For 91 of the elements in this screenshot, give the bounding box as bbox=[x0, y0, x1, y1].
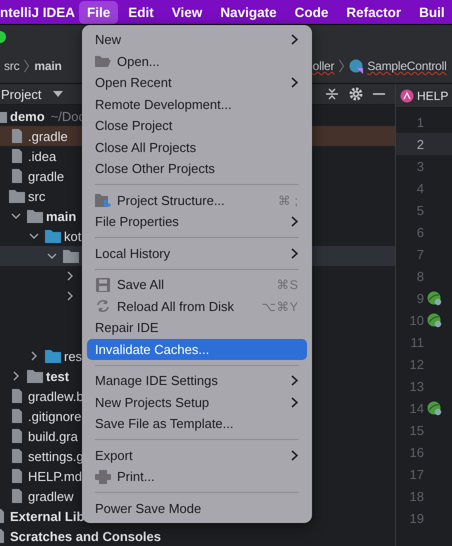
menu-item[interactable]: Open Recent bbox=[87, 72, 307, 94]
menu-item[interactable]: Export bbox=[87, 444, 307, 466]
menu-bar-item[interactable]: Buil bbox=[411, 0, 452, 24]
breadcrumb-separator-icon bbox=[339, 59, 344, 73]
line-number: 12 bbox=[408, 356, 424, 372]
line-number: 1 bbox=[416, 114, 424, 130]
bean-icon[interactable] bbox=[427, 400, 442, 416]
menu-item[interactable]: Close All Projects bbox=[87, 136, 307, 158]
line-number: 8 bbox=[416, 268, 424, 284]
menu-item[interactable]: Manage IDE Settings bbox=[87, 370, 307, 392]
file-icon bbox=[9, 169, 25, 183]
shortcut-label: ⌥⌘Y bbox=[262, 298, 298, 314]
menu-bar-item[interactable]: Code bbox=[286, 0, 336, 24]
line-number: 3 bbox=[416, 158, 424, 174]
menu-bar-item[interactable]: View bbox=[164, 0, 210, 24]
menu-bar-item[interactable]: File bbox=[79, 0, 118, 24]
panel-title[interactable]: Project bbox=[1, 86, 42, 102]
menu-item[interactable]: New Projects Setup bbox=[87, 392, 307, 413]
menu-item[interactable]: File Properties bbox=[87, 211, 307, 232]
menu-item[interactable]: Save File as Template... bbox=[87, 413, 307, 434]
line-number: 18 bbox=[408, 488, 424, 504]
file-icon bbox=[9, 469, 25, 483]
bean-icon[interactable] bbox=[427, 290, 442, 306]
tree-item-label[interactable]: .idea bbox=[28, 148, 56, 164]
line-number: 10 bbox=[408, 312, 424, 328]
tree-item-label[interactable]: main bbox=[46, 208, 76, 224]
breadcrumb-item[interactable]: SampleControll bbox=[349, 58, 447, 74]
tree-item-label[interactable]: .gitignore bbox=[28, 408, 82, 424]
tree-item-label[interactable]: test bbox=[46, 368, 70, 384]
refresh-icon bbox=[95, 299, 111, 314]
menu-item[interactable]: Print... bbox=[87, 466, 307, 488]
file-icon bbox=[9, 429, 25, 443]
menu-item[interactable]: Remote Development... bbox=[87, 94, 307, 115]
line-number: 9 bbox=[416, 290, 424, 306]
tree-item-label[interactable]: gradle bbox=[28, 168, 64, 184]
file-icon bbox=[9, 149, 25, 163]
menu-item[interactable]: Reload All from Disk ⌥⌘Y bbox=[87, 296, 307, 317]
menu-item[interactable]: Save All ⌘S bbox=[87, 274, 307, 296]
app-name: ntelliJ IDEA bbox=[0, 4, 76, 20]
tree-item-label[interactable]: gradlew bbox=[28, 488, 74, 504]
line-number: 19 bbox=[408, 510, 424, 526]
line-number: 16 bbox=[408, 444, 424, 460]
line-number: 6 bbox=[416, 224, 424, 240]
menu-item[interactable]: Close Other Projects bbox=[87, 158, 307, 180]
breadcrumb-item[interactable]: oller bbox=[312, 59, 334, 73]
breadcrumb-item[interactable]: main bbox=[34, 59, 62, 73]
line-number: 7 bbox=[416, 246, 424, 262]
line-number: 5 bbox=[416, 202, 424, 218]
collapse-icon[interactable] bbox=[325, 87, 339, 101]
menu-item[interactable]: Power Save Mode bbox=[87, 498, 307, 519]
line-number: 4 bbox=[416, 180, 424, 196]
tree-item-label[interactable]: kot bbox=[64, 228, 82, 244]
tree-item-label[interactable]: gradlew.b bbox=[28, 388, 84, 404]
class-icon bbox=[349, 58, 364, 74]
tree-item-label[interactable]: .gradle bbox=[28, 128, 68, 144]
line-number: 11 bbox=[410, 334, 424, 350]
tree-item-label[interactable]: Scratches and Consoles bbox=[10, 528, 161, 544]
menu-item[interactable]: Invalidate Caches... bbox=[87, 338, 307, 360]
menu-bar-item[interactable]: Navigate bbox=[212, 0, 285, 24]
markdown-icon bbox=[400, 88, 414, 102]
line-number: 13 bbox=[408, 378, 424, 394]
line-number: 17 bbox=[408, 466, 424, 482]
tree-item-label[interactable]: build.gra bbox=[28, 428, 78, 444]
tree-item-label[interactable]: settings.g bbox=[28, 448, 84, 464]
file-icon bbox=[9, 449, 25, 463]
file-icon bbox=[9, 489, 25, 503]
file-icon bbox=[9, 389, 25, 403]
bean-icon[interactable] bbox=[427, 312, 442, 328]
settings-icon[interactable] bbox=[349, 87, 363, 101]
folder-grid-icon bbox=[95, 193, 111, 208]
menu-item[interactable]: Project Structure... ⌘ ; bbox=[87, 190, 307, 211]
line-number: 2 bbox=[416, 136, 424, 152]
breadcrumb-item[interactable]: src bbox=[4, 59, 20, 73]
line-number: 15 bbox=[408, 422, 424, 438]
line-number: 14 bbox=[408, 400, 424, 416]
menu-bar-item[interactable]: Refactor bbox=[338, 0, 410, 24]
tree-item-label[interactable]: src bbox=[28, 188, 46, 204]
shortcut-label: ⌘S bbox=[276, 277, 298, 292]
menu-item[interactable]: Local History bbox=[87, 242, 307, 264]
file-icon bbox=[9, 409, 25, 423]
tree-item-label[interactable]: HELP.md bbox=[28, 468, 82, 484]
menu-item[interactable]: Repair IDE bbox=[87, 317, 307, 338]
dropdown-icon[interactable] bbox=[53, 91, 64, 97]
file-icon bbox=[9, 129, 25, 143]
breadcrumb-separator-icon bbox=[24, 59, 30, 73]
tree-item-label[interactable]: res bbox=[64, 348, 82, 364]
shortcut-label: ⌘ ; bbox=[278, 192, 298, 208]
menu-bar-item[interactable]: Edit bbox=[120, 0, 162, 24]
menu-item[interactable]: Close Project bbox=[87, 115, 307, 136]
menu-item[interactable]: Open... bbox=[87, 50, 307, 72]
tree-item-label[interactable]: demo bbox=[10, 108, 45, 124]
